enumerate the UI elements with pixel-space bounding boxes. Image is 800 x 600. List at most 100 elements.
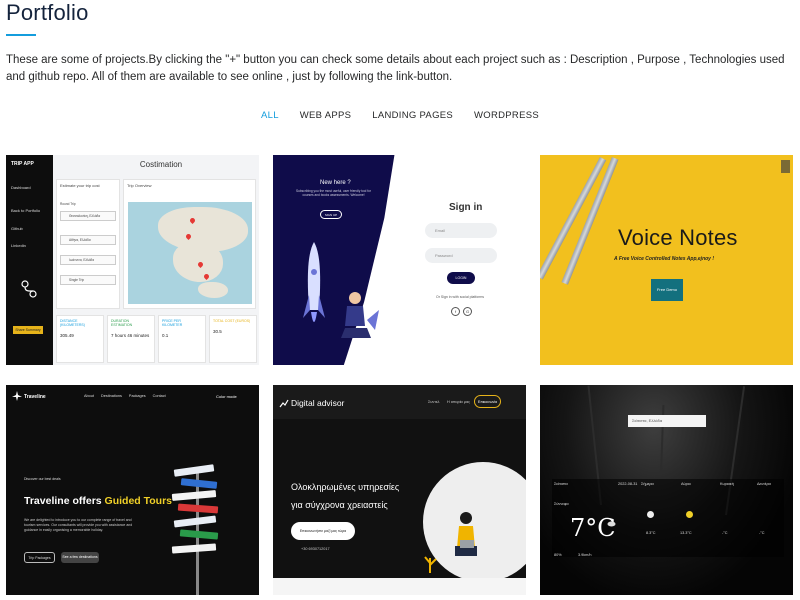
filter-all[interactable]: ALL	[261, 110, 279, 121]
forecast-temp: 8.3°C	[646, 531, 656, 535]
route-map	[128, 202, 252, 304]
login-button: LOGIN	[447, 272, 475, 284]
social-text: Or Sign in with social platforms	[436, 295, 485, 299]
signup-button: SIGN UP	[320, 210, 342, 219]
voice-notes-subtitle: A Free Voice Controlled Notes App,ejnoy …	[614, 256, 715, 262]
signpost-sign	[171, 490, 217, 501]
phone-number: +30 6930712017	[301, 547, 330, 551]
city-3: Ιωάννινα, Ελλάδα	[69, 258, 95, 262]
total-cost-stat: TOTAL COST (EUROS) 30.5	[209, 315, 257, 363]
stat-label: PRICE PER KILOMETER	[162, 319, 183, 327]
sun-cloud-icon	[686, 511, 693, 518]
distance-stat: DISTANCE (KILOMETERS) 305.49	[56, 315, 104, 363]
nav-portfolio: Back to Portfolio	[11, 208, 41, 213]
project-card-signin[interactable]: New here ? Subscribing you the most usef…	[273, 155, 526, 365]
voice-notes-title: Voice Notes	[618, 225, 738, 250]
map-land	[198, 282, 228, 298]
title-underline	[6, 34, 36, 36]
city-search-input: Σιάτιστα, Ελλάδα	[628, 415, 706, 427]
free-demo-button: Free Demo	[651, 279, 683, 301]
new-here-title: New here ?	[320, 180, 351, 186]
ground	[273, 578, 526, 595]
hero-headline-1: Ολοκληρωμένες υπηρεσίες	[291, 482, 400, 492]
person-illustration	[341, 292, 379, 338]
signpost-sign	[177, 503, 219, 514]
filter-web-apps[interactable]: WEB APPS	[300, 110, 352, 121]
forecast-day: Δευτέρα	[757, 482, 771, 486]
plant-illustration	[424, 556, 437, 573]
forecast-day: Αύριο	[681, 482, 691, 486]
project-card-weather[interactable]: Σιάτιστα, Ελλάδα Σιάτιστα Σύννεφα 2022-0…	[540, 385, 793, 595]
chart-icon	[279, 399, 289, 408]
plane-icon	[12, 391, 22, 401]
nav-linkedin: Linkedin	[11, 243, 26, 248]
filter-wordpress[interactable]: WORDPRESS	[474, 110, 539, 121]
cloud-icon	[647, 511, 654, 518]
section-title: Portfolio	[6, 0, 89, 25]
traveline-headline: Traveline offers Guided Tours	[24, 495, 172, 507]
signpost-sign	[180, 478, 218, 489]
trip-packages-button: Trip Packages	[24, 552, 55, 563]
estimate-title: Estimate your trip cost	[60, 183, 100, 188]
project-card-costimation[interactable]: TRIP APP Dashboard Back to Portfolio Git…	[6, 155, 259, 365]
stat-label: TOTAL COST (EUROS)	[213, 319, 251, 323]
signpost-sign	[173, 515, 217, 528]
condition: Σύννεφα	[554, 502, 569, 506]
date: 2022-08-31	[618, 482, 638, 486]
stat-value: 0.1	[162, 333, 169, 338]
contact-button: Επικοινωνία	[474, 395, 501, 408]
contact-cta-button: Επικοινωνήστε μαζί μας τώρα	[291, 522, 355, 540]
project-card-traveline[interactable]: Traveline About Destinations Packages Co…	[6, 385, 259, 595]
traveline-nav: About Destinations Packages Contact	[84, 394, 166, 398]
portfolio-filters: ALL WEB APPS LANDING PAGES WORDPRESS	[0, 110, 800, 121]
project-card-voice-notes[interactable]: Voice Notes A Free Voice Controlled Note…	[540, 155, 793, 365]
trip-options: Round Trip	[60, 202, 76, 206]
signpost-sign	[171, 543, 217, 554]
section-intro: These are some of projects.By clicking t…	[6, 54, 785, 83]
forecast-temp: -°C	[722, 531, 728, 535]
stat-value: 7 hours 46 minutes	[111, 333, 150, 338]
city-name: Σιάτιστα	[554, 482, 568, 486]
price-stat: PRICE PER KILOMETER 0.1	[158, 315, 206, 363]
stat-label: DURATION ESTIMATION	[111, 319, 133, 327]
nav-item: Συντελ	[428, 400, 440, 404]
headline-main: Traveline offers	[24, 495, 102, 507]
corner-tab	[781, 160, 790, 173]
hero-headline-2: για σύγχρονα χρειαστείς	[291, 500, 388, 510]
destinations-button: See a few destinations	[61, 552, 99, 563]
nav-item: Η ιστορία μας	[447, 400, 471, 404]
stat-label: DISTANCE (KILOMETERS)	[60, 319, 85, 327]
duration-stat: DURATION ESTIMATION 7 hours 46 minutes	[107, 315, 155, 363]
google-icon: G	[463, 307, 472, 316]
app-title: Costimation	[139, 160, 183, 169]
rocket-icon	[303, 242, 325, 322]
signin-title: Sign in	[449, 202, 483, 213]
new-here-text: Subscribing you the most useful, user fr…	[296, 189, 371, 197]
traveline-paragraph: We are delighted to introduce you to our…	[24, 518, 133, 532]
forecast-temp: -°C	[759, 531, 765, 535]
trip-app-logo: TRIP APP	[11, 161, 34, 167]
city-2: Αθήνα, Ελλάδα	[69, 238, 91, 242]
humidity: 80%	[554, 553, 562, 557]
person-with-laptop-illustration	[455, 512, 477, 556]
filter-landing-pages[interactable]: LANDING PAGES	[372, 110, 453, 121]
share-button: Share Summary	[13, 326, 43, 334]
headline-accent: Guided Tours	[104, 495, 173, 507]
signpost-sign	[179, 529, 219, 540]
digital-advisor-logo: Digital advisor	[291, 398, 345, 408]
trip-type: Single Trip	[69, 278, 85, 282]
stat-value: 30.5	[213, 329, 222, 334]
deals-text: Discover our best deals	[24, 477, 61, 481]
cloud-icon	[607, 521, 616, 527]
forecast-day: Σήμερα	[641, 482, 654, 486]
forecast-day: Κυριακή	[720, 482, 734, 486]
project-card-digital-advisor[interactable]: Digital advisor Συντελ Η ιστορία μας Επι…	[273, 385, 526, 595]
email-field: Email	[425, 223, 497, 238]
nav-github: Github	[11, 226, 23, 231]
route-icon	[21, 280, 37, 298]
wind-speed: 3.9km/h	[578, 553, 592, 557]
color-mode-toggle: Color mode	[216, 394, 237, 399]
traveline-logo: Traveline	[24, 394, 46, 400]
city-1: Θεσσαλονίκη, Ελλάδα	[69, 214, 101, 218]
nav-dashboard: Dashboard	[11, 185, 31, 190]
